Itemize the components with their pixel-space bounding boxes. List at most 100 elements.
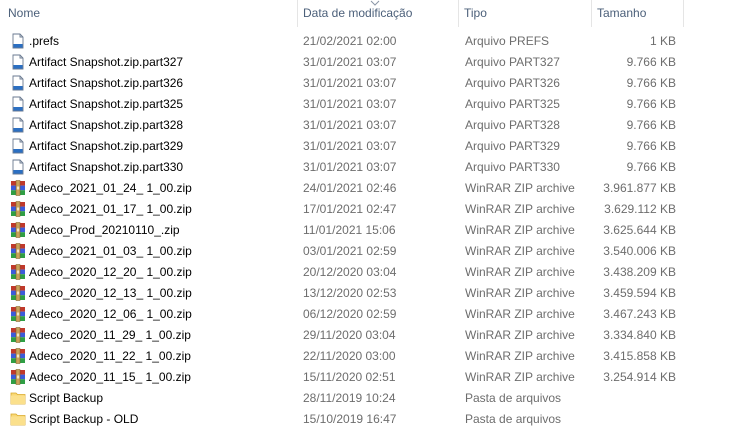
file-type: Pasta de arquivos bbox=[465, 391, 562, 405]
file-size: 1 KB bbox=[649, 34, 676, 48]
file-name-cell[interactable]: Script Backup bbox=[10, 388, 295, 409]
file-type: WinRAR ZIP archive bbox=[465, 202, 575, 216]
file-list: .prefs 21/02/2021 02:00 Arquivo PREFS 1 KB A… bbox=[0, 31, 731, 430]
file-name: Artifact Snapshot.zip.part326 bbox=[29, 76, 184, 90]
file-type: WinRAR ZIP archive bbox=[465, 223, 575, 237]
file-date: 22/11/2020 03:00 bbox=[303, 349, 396, 363]
winrar-icon bbox=[10, 201, 26, 217]
file-size: 3.629.112 KB bbox=[604, 202, 676, 216]
file-name-cell[interactable]: Artifact Snapshot.zip.part330 bbox=[10, 157, 295, 178]
file-name-cell[interactable]: Adeco_2020_11_22_ 1_00.zip bbox=[10, 346, 295, 367]
file-row[interactable]: Adeco_2021_01_24_ 1_00.zip 24/01/2021 02:… bbox=[0, 178, 731, 199]
file-type: WinRAR ZIP archive bbox=[465, 265, 575, 279]
column-header-type[interactable]: Tipo bbox=[458, 0, 591, 27]
file-size: 9.766 KB bbox=[626, 76, 676, 90]
file-size: 3.540.006 KB bbox=[603, 244, 676, 258]
file-row[interactable]: Adeco_Prod_20210110_.zip 11/01/2021 15:06… bbox=[0, 220, 731, 241]
column-header-date[interactable]: Data de modificação bbox=[297, 0, 458, 27]
file-size: 3.438.209 KB bbox=[603, 265, 676, 279]
file-size: 9.766 KB bbox=[626, 160, 676, 174]
file-name-cell[interactable]: Adeco_2020_12_20_ 1_00.zip bbox=[10, 262, 295, 283]
column-header-size[interactable]: Tamanho bbox=[591, 0, 683, 27]
file-name: Artifact Snapshot.zip.part329 bbox=[29, 139, 184, 153]
file-date: 29/11/2020 03:04 bbox=[303, 328, 396, 342]
file-name-cell[interactable]: Artifact Snapshot.zip.part329 bbox=[10, 136, 295, 157]
file-size bbox=[596, 388, 676, 409]
file-type: Arquivo PART328 bbox=[465, 118, 560, 132]
file-name: Script Backup bbox=[29, 391, 104, 405]
file-name-cell[interactable]: Artifact Snapshot.zip.part326 bbox=[10, 73, 295, 94]
winrar-icon bbox=[10, 243, 26, 259]
file-type: Arquivo PART327 bbox=[465, 55, 560, 69]
file-icon bbox=[10, 117, 26, 133]
file-name-cell[interactable]: Adeco_2021_01_17_ 1_00.zip bbox=[10, 199, 295, 220]
file-type: WinRAR ZIP archive bbox=[465, 244, 575, 258]
file-date: 31/01/2021 03:07 bbox=[303, 160, 397, 174]
file-name-cell[interactable]: Artifact Snapshot.zip.part325 bbox=[10, 94, 295, 115]
file-name: Adeco_2020_12_06_ 1_00.zip bbox=[29, 307, 192, 321]
file-type: WinRAR ZIP archive bbox=[465, 307, 575, 321]
file-row[interactable]: Adeco_2021_01_03_ 1_00.zip 03/01/2021 02:… bbox=[0, 241, 731, 262]
file-name-cell[interactable]: Artifact Snapshot.zip.part327 bbox=[10, 52, 295, 73]
file-row[interactable]: Artifact Snapshot.zip.part329 31/01/2021 … bbox=[0, 136, 731, 157]
file-icon bbox=[10, 54, 26, 70]
winrar-icon bbox=[10, 369, 26, 385]
winrar-icon bbox=[10, 348, 26, 364]
column-header-date-label: Data de modificação bbox=[303, 6, 413, 20]
file-type: WinRAR ZIP archive bbox=[465, 181, 575, 195]
file-row[interactable]: Adeco_2021_01_17_ 1_00.zip 17/01/2021 02:… bbox=[0, 199, 731, 220]
file-name-cell[interactable]: Adeco_2020_12_06_ 1_00.zip bbox=[10, 304, 295, 325]
file-icon bbox=[10, 96, 26, 112]
folder-icon bbox=[10, 411, 26, 427]
file-size: 3.254.914 KB bbox=[603, 370, 676, 384]
file-icon bbox=[10, 138, 26, 154]
file-row[interactable]: Script Backup - OLD 15/10/2019 16:47 Pasta… bbox=[0, 409, 731, 430]
file-name-cell[interactable]: Adeco_2021_01_03_ 1_00.zip bbox=[10, 241, 295, 262]
file-row[interactable]: Artifact Snapshot.zip.part327 31/01/2021 … bbox=[0, 52, 731, 73]
file-name-cell[interactable]: Adeco_2020_11_15_ 1_00.zip bbox=[10, 367, 295, 388]
file-row[interactable]: Artifact Snapshot.zip.part328 31/01/2021 … bbox=[0, 115, 731, 136]
sort-chevron-down-icon bbox=[370, 0, 380, 7]
file-row[interactable]: Artifact Snapshot.zip.part330 31/01/2021 … bbox=[0, 157, 731, 178]
file-name: Script Backup - OLD bbox=[29, 412, 139, 426]
file-row[interactable]: Adeco_2020_11_29_ 1_00.zip 29/11/2020 03:… bbox=[0, 325, 731, 346]
file-date: 28/11/2019 10:24 bbox=[303, 391, 396, 405]
file-row[interactable]: Script Backup 28/11/2019 10:24 Pasta de ar… bbox=[0, 388, 731, 409]
file-name: Adeco_2020_11_22_ 1_00.zip bbox=[29, 349, 191, 363]
file-row[interactable]: Adeco_2020_12_13_ 1_00.zip 13/12/2020 02:… bbox=[0, 283, 731, 304]
file-row[interactable]: Adeco_2020_11_22_ 1_00.zip 22/11/2020 03:… bbox=[0, 346, 731, 367]
file-size: 9.766 KB bbox=[626, 118, 676, 132]
file-size: 9.766 KB bbox=[626, 55, 676, 69]
file-type: WinRAR ZIP archive bbox=[465, 286, 575, 300]
file-type: Arquivo PART326 bbox=[465, 76, 560, 90]
file-name-cell[interactable]: Adeco_2020_11_29_ 1_00.zip bbox=[10, 325, 295, 346]
file-date: 21/02/2021 02:00 bbox=[303, 34, 397, 48]
file-row[interactable]: .prefs 21/02/2021 02:00 Arquivo PREFS 1 KB bbox=[0, 31, 731, 52]
file-type: Arquivo PART330 bbox=[465, 160, 560, 174]
file-name-cell[interactable]: Script Backup - OLD bbox=[10, 409, 295, 430]
file-date: 15/11/2020 02:51 bbox=[303, 370, 396, 384]
file-row[interactable]: Adeco_2020_12_06_ 1_00.zip 06/12/2020 02:… bbox=[0, 304, 731, 325]
file-date: 11/01/2021 15:06 bbox=[303, 223, 396, 237]
file-type: WinRAR ZIP archive bbox=[465, 370, 575, 384]
file-name-cell[interactable]: .prefs bbox=[10, 31, 295, 52]
file-size: 9.766 KB bbox=[626, 139, 676, 153]
winrar-icon bbox=[10, 327, 26, 343]
file-name-cell[interactable]: Adeco_2020_12_13_ 1_00.zip bbox=[10, 283, 295, 304]
file-row[interactable]: Artifact Snapshot.zip.part325 31/01/2021 … bbox=[0, 94, 731, 115]
file-date: 31/01/2021 03:07 bbox=[303, 55, 397, 69]
file-row[interactable]: Adeco_2020_11_15_ 1_00.zip 15/11/2020 02:… bbox=[0, 367, 731, 388]
column-header-name[interactable]: Nome bbox=[2, 0, 297, 27]
winrar-icon bbox=[10, 285, 26, 301]
folder-icon bbox=[10, 390, 26, 406]
file-type: WinRAR ZIP archive bbox=[465, 328, 575, 342]
file-row[interactable]: Adeco_2020_12_20_ 1_00.zip 20/12/2020 03:… bbox=[0, 262, 731, 283]
file-name-cell[interactable]: Adeco_2021_01_24_ 1_00.zip bbox=[10, 178, 295, 199]
file-size: 3.961.877 KB bbox=[603, 181, 676, 195]
file-type: WinRAR ZIP archive bbox=[465, 349, 575, 363]
file-name-cell[interactable]: Artifact Snapshot.zip.part328 bbox=[10, 115, 295, 136]
file-name-cell[interactable]: Adeco_Prod_20210110_.zip bbox=[10, 220, 295, 241]
file-row[interactable]: Artifact Snapshot.zip.part326 31/01/2021 … bbox=[0, 73, 731, 94]
file-date: 03/01/2021 02:59 bbox=[303, 244, 397, 258]
column-divider[interactable] bbox=[683, 0, 684, 27]
